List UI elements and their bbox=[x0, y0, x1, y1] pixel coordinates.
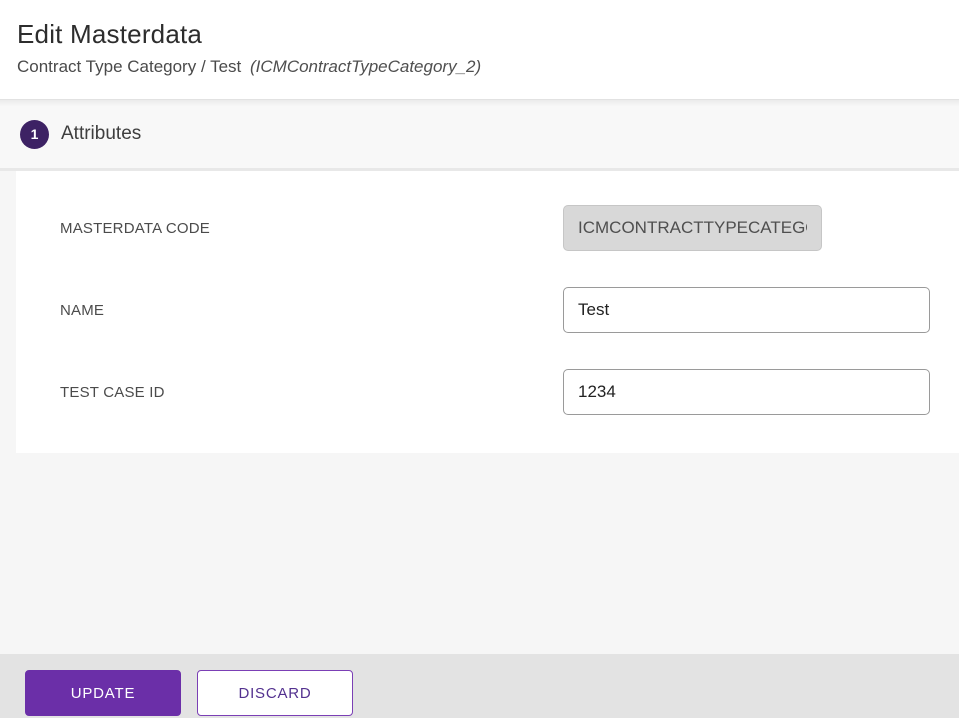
name-input[interactable] bbox=[563, 287, 930, 333]
discard-button[interactable]: DISCARD bbox=[197, 670, 353, 716]
attributes-section-header: 1 Attributes bbox=[0, 100, 959, 171]
test-case-id-label: TEST CASE ID bbox=[60, 383, 165, 401]
breadcrumb: Contract Type Category / Test (ICMContra… bbox=[17, 57, 943, 77]
page-header: Edit Masterdata Contract Type Category /… bbox=[0, 0, 959, 100]
masterdata-code-label: MASTERDATA CODE bbox=[60, 219, 210, 237]
breadcrumb-code: (ICMContractTypeCategory_2) bbox=[250, 57, 482, 76]
form-row-test-case-id: TEST CASE ID bbox=[60, 369, 959, 415]
step-number: 1 bbox=[30, 126, 39, 142]
section-title: Attributes bbox=[61, 123, 142, 144]
masterdata-code-input bbox=[563, 205, 822, 251]
edit-masterdata-page: Edit Masterdata Contract Type Category /… bbox=[0, 0, 959, 727]
name-label: NAME bbox=[60, 301, 105, 319]
test-case-id-input[interactable] bbox=[563, 369, 930, 415]
form-row-masterdata-code: MASTERDATA CODE bbox=[60, 205, 959, 251]
step-number-badge: 1 bbox=[20, 119, 49, 149]
form-content-area: MASTERDATA CODE NAME TEST CASE ID bbox=[0, 171, 959, 654]
page-title: Edit Masterdata bbox=[17, 19, 203, 49]
update-button[interactable]: UPDATE bbox=[25, 670, 181, 716]
breadcrumb-path: Contract Type Category / Test bbox=[17, 57, 242, 76]
action-footer: UPDATE DISCARD bbox=[0, 654, 959, 718]
form-row-name: NAME bbox=[60, 287, 959, 333]
bottom-strip bbox=[0, 718, 959, 724]
footer-buttons: UPDATE DISCARD bbox=[25, 670, 353, 716]
attributes-form-card: MASTERDATA CODE NAME TEST CASE ID bbox=[16, 171, 959, 453]
